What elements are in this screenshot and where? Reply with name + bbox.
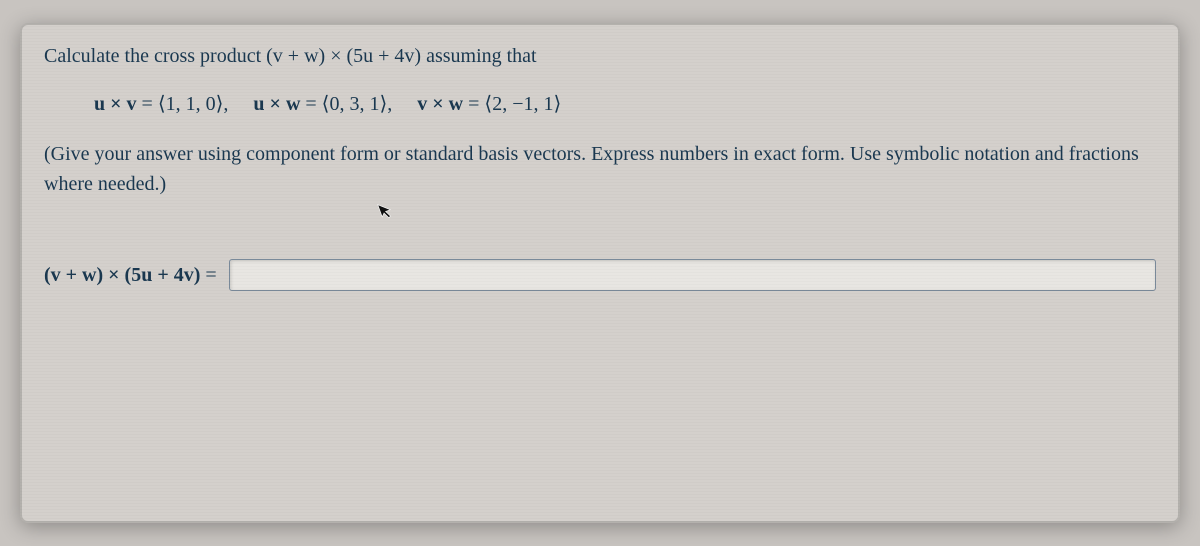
given-uw: u × w = ⟨0, 3, 1⟩,: [253, 93, 397, 115]
given-uv: u × v = ⟨1, 1, 0⟩,: [94, 93, 233, 115]
vw-eq: =: [463, 93, 484, 115]
uv-rhs: ⟨1, 1, 0⟩,: [158, 93, 229, 115]
vw-lhs: v × w: [417, 93, 463, 115]
answer-row: (v + w) × (5u + 4v) =: [44, 259, 1156, 291]
given-values: u × v = ⟨1, 1, 0⟩, u × w = ⟨0, 3, 1⟩, v …: [94, 89, 1156, 119]
answer-eq: =: [200, 264, 216, 286]
uv-eq: =: [137, 93, 158, 115]
instructions-text: (Give your answer using component form o…: [44, 139, 1156, 199]
answer-label: (v + w) × (5u + 4v) =: [44, 260, 217, 290]
uv-lhs: u × v: [94, 93, 137, 115]
problem-card: Calculate the cross product (v + w) × (5…: [20, 23, 1180, 523]
uw-eq: =: [300, 93, 321, 115]
uw-lhs: u × w: [253, 93, 300, 115]
answer-expr: (v + w) × (5u + 4v): [44, 264, 200, 286]
answer-input[interactable]: [229, 259, 1156, 291]
uw-rhs: ⟨0, 3, 1⟩,: [322, 93, 393, 115]
intro-text: Calculate the cross product (v + w) × (5…: [44, 45, 537, 67]
problem-intro: Calculate the cross product (v + w) × (5…: [44, 41, 1156, 71]
given-vw: v × w = ⟨2, −1, 1⟩: [417, 93, 561, 115]
vw-rhs: ⟨2, −1, 1⟩: [484, 93, 561, 115]
problem-body: Calculate the cross product (v + w) × (5…: [44, 41, 1156, 291]
